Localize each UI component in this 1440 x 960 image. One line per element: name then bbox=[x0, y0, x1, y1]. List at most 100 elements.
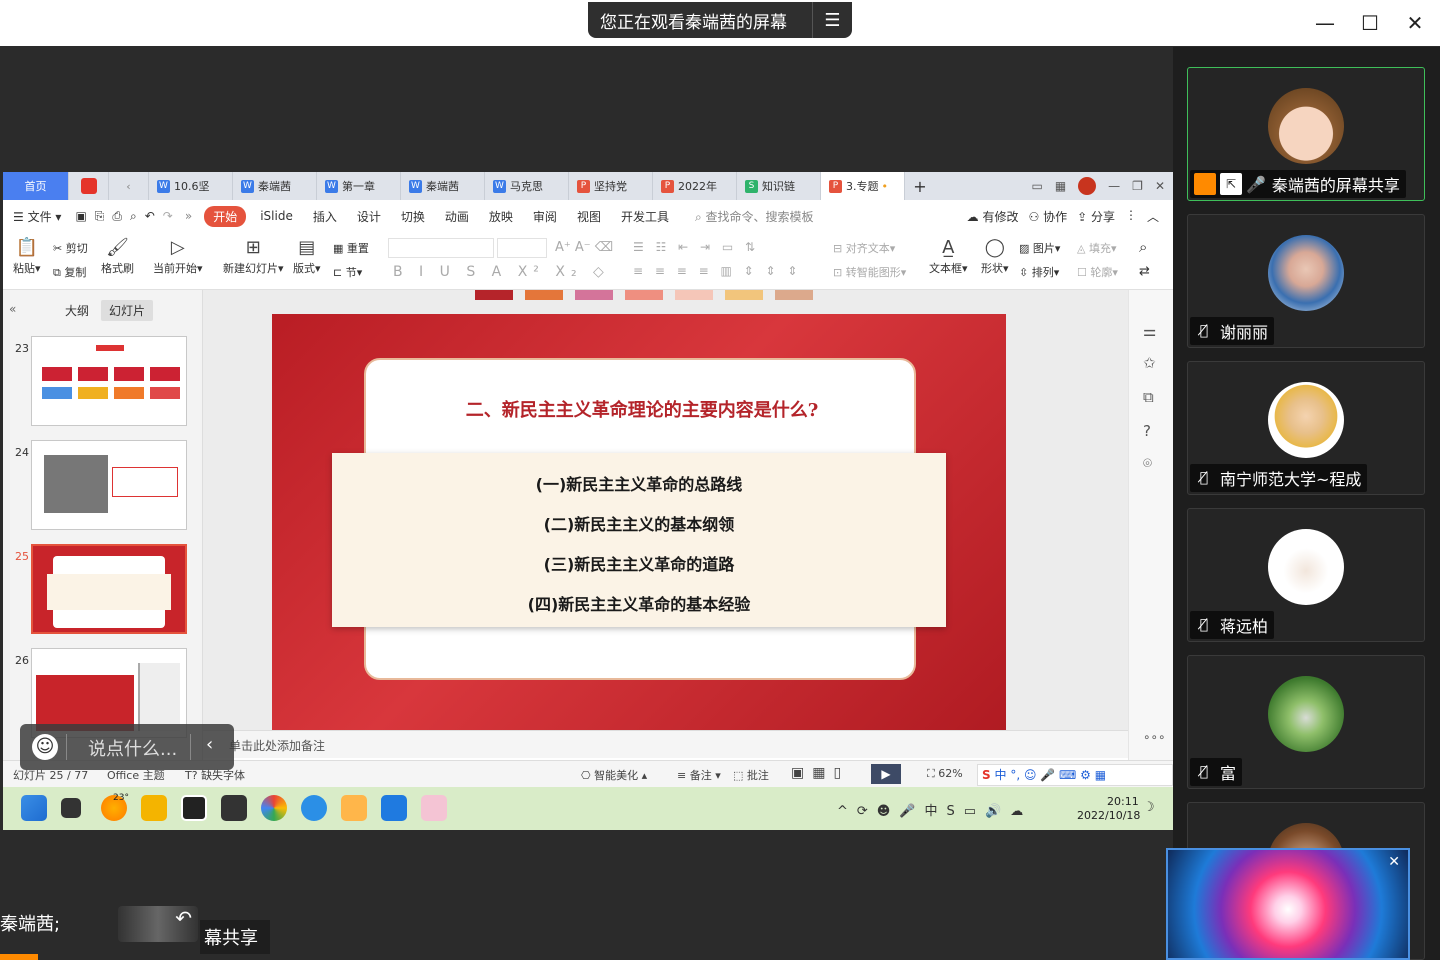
fill-button[interactable]: ◬ 填充▾ bbox=[1077, 240, 1117, 256]
minimize-icon[interactable]: — bbox=[1310, 8, 1340, 38]
tab-doc-7[interactable]: P 2022年 bbox=[653, 172, 737, 200]
ime-toolbar[interactable]: S 中 °, ☺ 🎤 ⌨ ⚙ ▦ bbox=[977, 764, 1173, 786]
collapse-panel-icon[interactable]: « bbox=[9, 302, 16, 316]
win-close-icon[interactable]: ✕ bbox=[1155, 179, 1165, 193]
menu-animation[interactable]: 动画 bbox=[445, 208, 469, 225]
more-dots-icon[interactable]: ∘∘∘ bbox=[1143, 730, 1166, 744]
wps-office-icon[interactable] bbox=[181, 795, 207, 821]
participant-card[interactable]: 🎙̸ 富 bbox=[1187, 655, 1425, 789]
notes-bar[interactable]: 单击此处添加备注 bbox=[203, 730, 1128, 758]
maximize-icon[interactable]: ☐ bbox=[1355, 8, 1385, 38]
format-painter-button[interactable]: 🖌 格式刷 bbox=[101, 236, 134, 276]
tab-doc-1[interactable]: W 10.6坚 bbox=[149, 172, 233, 200]
tab-home[interactable]: 首页 bbox=[3, 172, 69, 200]
slide-item-1[interactable]: (一)新民主主义革命的总路线 bbox=[332, 471, 946, 495]
file-explorer-icon[interactable] bbox=[141, 795, 167, 821]
command-search[interactable]: ⌕ 查找命令、搜索模板 bbox=[695, 208, 814, 225]
help-icon[interactable]: ? bbox=[1143, 422, 1151, 440]
revisions-button[interactable]: ☁ 有修改 bbox=[967, 208, 1019, 225]
emoji-icon[interactable]: ☺ bbox=[32, 734, 58, 760]
tab-scroll-left-icon[interactable]: ‹ bbox=[109, 172, 149, 200]
slide-item-2[interactable]: (二)新民主主义的基本纲领 bbox=[332, 511, 946, 535]
align-icons[interactable]: ≡ ≡ ≡ ≡ ▥ ⇕ ⇕ ⇕ bbox=[633, 264, 801, 278]
slide-thumbnail-23[interactable] bbox=[31, 336, 187, 426]
tab-doc-4[interactable]: W 秦端茜 bbox=[401, 172, 485, 200]
start-icon[interactable] bbox=[21, 795, 47, 821]
tab-outline[interactable]: 大纲 bbox=[65, 302, 89, 319]
menu-view[interactable]: 视图 bbox=[577, 208, 601, 225]
tab-doc-6[interactable]: P 坚持党 bbox=[569, 172, 653, 200]
wps-logo-icon[interactable] bbox=[69, 172, 109, 200]
paste-button[interactable]: 📋 粘贴▾ bbox=[13, 236, 41, 276]
animation-icon[interactable]: ✩ bbox=[1143, 354, 1156, 372]
textbox-button[interactable]: A̲ 文本框▾ bbox=[929, 236, 968, 276]
participant-card[interactable]: ⇱ 🎤 秦端茜的屏幕共享 bbox=[1187, 67, 1425, 201]
font-family-select[interactable] bbox=[388, 238, 494, 258]
outline-button[interactable]: ☐ 轮廓▾ bbox=[1077, 264, 1118, 280]
slide-item-4[interactable]: (四)新民主主义革命的基本经验 bbox=[332, 591, 946, 615]
menu-review[interactable]: 审阅 bbox=[533, 208, 557, 225]
menu-slideshow[interactable]: 放映 bbox=[489, 208, 513, 225]
export-icon[interactable]: ⎘ bbox=[95, 209, 105, 224]
menu-transition[interactable]: 切换 bbox=[401, 208, 425, 225]
cut-button[interactable]: ✂ 剪切 bbox=[53, 240, 88, 256]
layout-button[interactable]: ▤ 版式▾ bbox=[293, 236, 321, 276]
wechat-icon[interactable] bbox=[421, 795, 447, 821]
view-mode-icons[interactable]: ▣▦▯ bbox=[791, 765, 849, 781]
new-tab-icon[interactable]: + bbox=[905, 172, 935, 200]
shape-button[interactable]: ◯ 形状▾ bbox=[981, 236, 1009, 276]
align-text-button[interactable]: ⊟ 对齐文本▾ bbox=[833, 240, 895, 256]
copy-button[interactable]: ⧉ 复制 bbox=[53, 264, 86, 280]
play-from-current-button[interactable]: ▷ 当前开始▾ bbox=[153, 236, 203, 276]
photos-icon[interactable] bbox=[381, 795, 407, 821]
font-grow-shrink-icon[interactable]: A⁺ A⁻ ⌫ bbox=[555, 240, 613, 255]
slide-title[interactable]: 二、新民主主义革命理论的主要内容是什么? bbox=[366, 396, 918, 422]
print-icon[interactable]: ⎙ bbox=[112, 209, 122, 224]
replace-icon[interactable]: ⇄ bbox=[1139, 264, 1150, 279]
list-icons[interactable]: ☰ ☷ ⇤ ⇥ ▭ ⇅ bbox=[633, 240, 759, 254]
win-restore-icon[interactable]: ❐ bbox=[1132, 179, 1143, 193]
properties-icon[interactable]: ⚌ bbox=[1143, 322, 1156, 340]
menu-design[interactable]: 设计 bbox=[357, 208, 381, 225]
grid-apps-icon[interactable]: ▦ bbox=[1055, 179, 1066, 193]
media-player-icon[interactable] bbox=[341, 795, 367, 821]
menu-developer[interactable]: 开发工具 bbox=[621, 208, 669, 225]
menu-insert[interactable]: 插入 bbox=[313, 208, 337, 225]
location-icon[interactable]: ⌾ bbox=[1143, 454, 1152, 472]
tab-slides[interactable]: 幻灯片 bbox=[101, 300, 154, 321]
close-preview-icon[interactable]: ✕ bbox=[1388, 854, 1400, 870]
tab-doc-8[interactable]: S 知识链 bbox=[737, 172, 821, 200]
menu-islide[interactable]: iSlide bbox=[260, 209, 293, 223]
overflow-icon[interactable]: ⋮ bbox=[1125, 208, 1137, 225]
slide-canvas[interactable]: 二、新民主主义革命理论的主要内容是什么? (一)新民主主义革命的总路线 (二)新… bbox=[272, 314, 1006, 730]
tab-doc-2[interactable]: W 秦端茜 bbox=[233, 172, 317, 200]
share-button[interactable]: ⇪ 分享 bbox=[1077, 208, 1115, 225]
new-slide-button[interactable]: ⊞ 新建幻灯片▾ bbox=[223, 236, 284, 276]
tab-doc-active[interactable]: P 3.专题 • bbox=[821, 172, 905, 200]
menu-home[interactable]: 开始 bbox=[204, 205, 247, 227]
task-view-icon[interactable] bbox=[61, 798, 81, 818]
save-icon[interactable]: ▣ bbox=[75, 209, 86, 223]
sticky-notes-icon[interactable] bbox=[221, 795, 247, 821]
reset-button[interactable]: ▦ 重置 bbox=[333, 240, 369, 256]
close-icon[interactable]: ✕ bbox=[1400, 8, 1430, 38]
participant-card[interactable]: 🎙̸ 谢丽丽 bbox=[1187, 214, 1425, 348]
reply-icon[interactable]: ↶ bbox=[118, 906, 198, 942]
play-slideshow-icon[interactable]: ▶ bbox=[871, 764, 901, 784]
tab-doc-5[interactable]: W 马克思 bbox=[485, 172, 569, 200]
font-size-select[interactable] bbox=[497, 238, 547, 258]
redo-icon[interactable]: ↷ bbox=[163, 209, 173, 223]
win-minimize-icon[interactable]: — bbox=[1108, 179, 1120, 193]
notes-toggle[interactable]: ≡ 备注 ▾ bbox=[677, 767, 721, 783]
transition-icon[interactable]: ⧉ bbox=[1143, 388, 1154, 406]
undo-icon[interactable]: ↶ bbox=[145, 209, 155, 223]
collapse-chat-icon[interactable]: ‹ bbox=[206, 734, 213, 755]
slide-item-3[interactable]: (三)新民主主义革命的道路 bbox=[332, 551, 946, 575]
arrange-button[interactable]: ⇳ 排列▾ bbox=[1019, 264, 1059, 280]
beautify-button[interactable]: ⎔ 智能美化 ▴ bbox=[581, 767, 647, 783]
font-style-icons[interactable]: B I U S A X² X₂ ◇ bbox=[393, 264, 610, 280]
self-video-preview[interactable]: ✕ bbox=[1166, 848, 1410, 960]
chat-input-bubble[interactable]: ☺ 说点什么... ‹ bbox=[20, 724, 234, 770]
slide-thumbnail-24[interactable] bbox=[31, 440, 187, 530]
collapse-ribbon-icon[interactable]: ︿ bbox=[1147, 208, 1159, 225]
